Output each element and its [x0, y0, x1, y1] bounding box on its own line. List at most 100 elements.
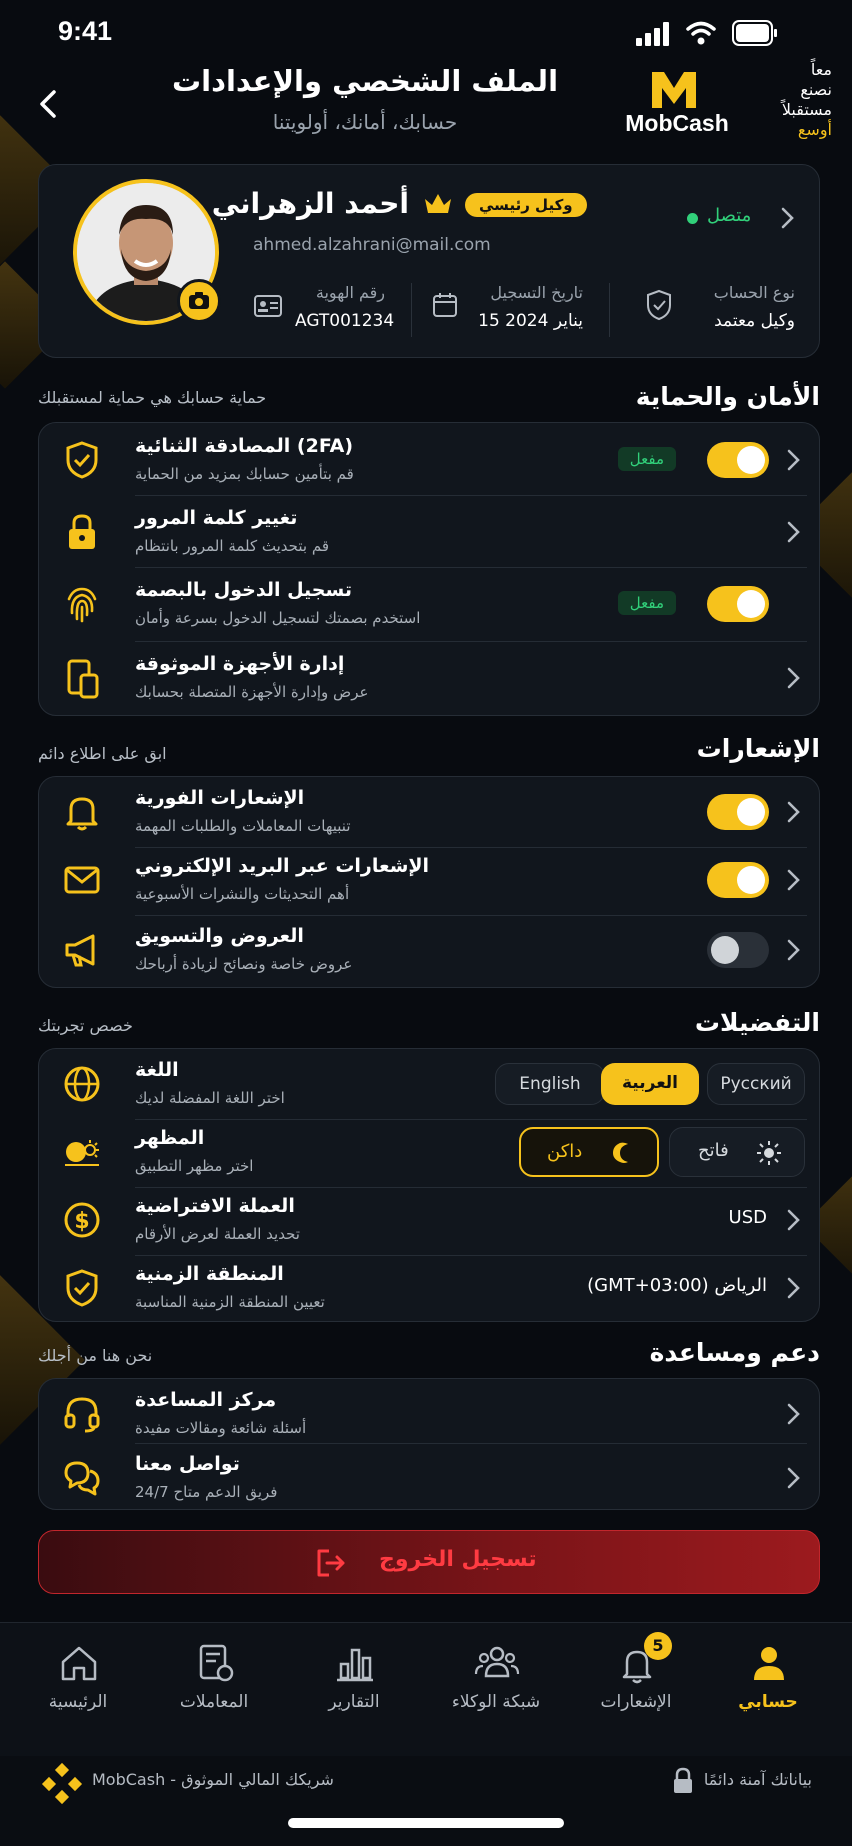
brand-name: MobCash [625, 110, 729, 136]
type-label: نوع الحساب [713, 283, 795, 302]
row-desc: أهم التحديثات والنشرات الأسبوعية [135, 885, 350, 903]
row-title: تغيير كلمة المرور [135, 507, 298, 529]
chevron-right-icon[interactable] [783, 447, 803, 473]
lang-option-english[interactable]: English [495, 1063, 605, 1105]
stat-divider [249, 257, 789, 258]
slogan-line-2: نصنع [800, 80, 832, 99]
chevron-right-icon[interactable] [783, 1275, 803, 1301]
home-indicator [288, 1818, 564, 1828]
users-icon [474, 1646, 520, 1678]
support-card: مركز المساعدة أسئلة شائعة ومقالات مفيدة … [38, 1378, 820, 1510]
type-value: وكيل معتمد [714, 311, 795, 331]
dark-label: داكن [547, 1141, 583, 1162]
fingerprint-toggle[interactable] [707, 586, 769, 622]
row-marketing[interactable]: العروض والتسويق عروض خاصة ونصائح لزيادة … [39, 915, 821, 985]
reg-label: تاريخ التسجيل [490, 283, 583, 302]
page-title: الملف الشخصي والإعدادات [171, 64, 559, 98]
lock-icon [69, 514, 95, 549]
row-desc: عروض خاصة ونصائح لزيادة أرباحك [135, 955, 353, 973]
row-email-notifications[interactable]: الإشعارات عبر البريد الإلكتروني أهم التح… [39, 845, 821, 915]
nav-label: التقارير [328, 1692, 380, 1712]
chevron-right-icon[interactable] [783, 665, 803, 691]
theme-dark-option[interactable]: داكن [519, 1127, 659, 1177]
logout-label: تسجيل الخروج [379, 1547, 537, 1572]
brand-diamond-icon [41, 1762, 83, 1805]
theme-light-option[interactable]: فاتح [669, 1127, 805, 1177]
chevron-right-icon[interactable] [783, 1401, 803, 1427]
page-subtitle: حسابك، أمانك، أولويتنا [272, 110, 458, 134]
stat-separator [609, 283, 610, 337]
bell-icon [66, 797, 98, 831]
row-desc: تحديد العملة لعرض الأرقام [135, 1225, 300, 1243]
row-desc: أسئلة شائعة ومقالات مفيدة [135, 1419, 307, 1437]
chevron-right-icon[interactable] [783, 799, 803, 825]
lang-option-russian[interactable]: Русский [707, 1063, 805, 1105]
nav-label: الإشعارات [600, 1692, 672, 1712]
shield-check-icon [66, 1269, 98, 1307]
support-subtitle: نحن هنا من أجلك [38, 1346, 153, 1365]
row-contact-us[interactable]: تواصل معنا فريق الدعم متاح 24/7 [39, 1443, 821, 1513]
chevron-right-icon[interactable] [783, 937, 803, 963]
row-title: العملة الافتراضية [135, 1195, 295, 1217]
row-desc: استخدم بصمتك لتسجيل الدخول بسرعة وأمان [135, 609, 421, 627]
slogan-accent: أوسع [797, 120, 832, 139]
profile-name: أحمد الزهراني [211, 187, 409, 220]
row-title: المظهر [135, 1127, 205, 1149]
calendar-icon [433, 293, 457, 317]
fingerprint-icon [67, 587, 97, 623]
profile-email: ahmed.alzahrani@mail.com [253, 235, 491, 255]
sun-icon [757, 1141, 781, 1165]
chevron-right-icon[interactable] [783, 1465, 803, 1491]
chevron-right-icon[interactable] [777, 205, 797, 231]
moon-icon [613, 1142, 628, 1163]
change-photo-button[interactable] [177, 279, 221, 323]
row-push[interactable]: الإشعارات الفورية تنبيهات المعاملات والط… [39, 777, 821, 847]
footer-security-note: بياناتك آمنة دائمًا [703, 1770, 812, 1789]
online-status: متصل [707, 205, 752, 226]
nav-label: المعاملات [179, 1692, 249, 1712]
row-title: اللغة [135, 1059, 179, 1081]
2fa-toggle[interactable] [707, 442, 769, 478]
row-currency[interactable]: $ العملة الافتراضية تحديد العملة لعرض ال… [39, 1185, 821, 1255]
marketing-toggle[interactable] [707, 932, 769, 968]
row-title: تواصل معنا [135, 1453, 240, 1475]
shield-check-icon [66, 441, 98, 479]
preferences-card: اللغة اختر اللغة المفضلة لديك English ال… [38, 1048, 820, 1322]
camera-icon [189, 292, 209, 309]
devices-icon [67, 659, 99, 699]
chevron-right-icon[interactable] [783, 867, 803, 893]
nav-label: شبكة الوكلاء [451, 1692, 541, 1712]
receipt-icon [199, 1644, 234, 1682]
lock-icon [674, 1767, 692, 1793]
preferences-title: التفضيلات [694, 1008, 820, 1037]
row-desc: تنبيهات المعاملات والطلبات المهمة [135, 817, 351, 835]
row-trusted-devices[interactable]: إدارة الأجهزة الموثوقة عرض وإدارة الأجهز… [39, 643, 821, 713]
row-fingerprint[interactable]: تسجيل الدخول بالبصمة استخدم بصمتك لتسجيل… [39, 569, 821, 639]
dollar-icon: $ [64, 1202, 100, 1238]
chat-icon [64, 1461, 100, 1496]
logout-button[interactable]: تسجيل الخروج [38, 1530, 820, 1594]
chevron-right-icon[interactable] [783, 519, 803, 545]
row-title: المنطقة الزمنية [135, 1263, 284, 1285]
push-toggle[interactable] [707, 794, 769, 830]
currency-value: USD [728, 1207, 767, 1228]
notifications-card: الإشعارات الفورية تنبيهات المعاملات والط… [38, 776, 820, 988]
nav-label: الرئيسية [48, 1692, 108, 1712]
notifications-subtitle: ابق على اطلاع دائم [38, 744, 167, 763]
back-button[interactable] [34, 86, 64, 122]
notifications-title: الإشعارات [696, 734, 820, 763]
row-title: الإشعارات الفورية [135, 787, 305, 809]
shield-icon [647, 289, 671, 321]
chevron-right-icon[interactable] [783, 1207, 803, 1233]
row-2fa[interactable]: المصادقة الثنائية (2FA) قم بتأمين حسابك … [39, 425, 821, 495]
lang-option-arabic[interactable]: العربية [601, 1063, 699, 1105]
row-change-password[interactable]: تغيير كلمة المرور قم بتحديث كلمة المرور … [39, 497, 821, 567]
id-value: AGT001234 [295, 311, 395, 331]
headset-icon [64, 1397, 100, 1433]
email-toggle[interactable] [707, 862, 769, 898]
row-timezone[interactable]: المنطقة الزمنية تعيين المنطقة الزمنية ال… [39, 1253, 821, 1323]
profile-card[interactable]: أحمد الزهراني وكيل رئيسي ahmed.alzahrani… [38, 164, 820, 358]
preferences-subtitle: خصص تجربتك [38, 1016, 133, 1035]
mail-icon [64, 866, 100, 894]
row-help-center[interactable]: مركز المساعدة أسئلة شائعة ومقالات مفيدة [39, 1379, 821, 1449]
